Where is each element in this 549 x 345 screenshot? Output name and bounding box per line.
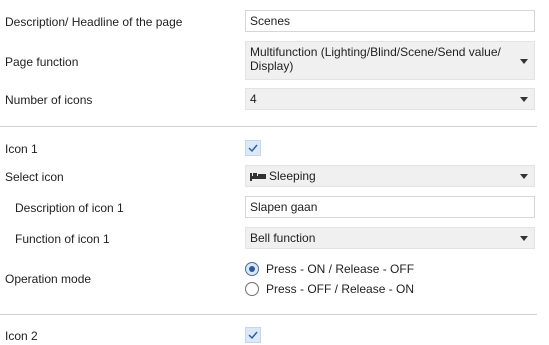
page-function-value: Multifunction (Lighting/Blind/Scene/Send… — [250, 45, 501, 73]
section-divider — [0, 126, 537, 127]
icon1-function-value: Bell function — [250, 231, 316, 245]
icon2-checkbox[interactable] — [245, 327, 261, 343]
number-of-icons-label: Number of icons — [5, 93, 93, 107]
chevron-down-icon — [520, 97, 528, 102]
icon1-function-label: Function of icon 1 — [15, 232, 110, 246]
chevron-down-icon — [520, 236, 528, 241]
checkmark-icon — [248, 331, 258, 340]
icon1-description-label: Description of icon 1 — [15, 201, 124, 215]
icon1-checkbox[interactable] — [245, 140, 261, 156]
operation-mode-option-2[interactable]: Press - OFF / Release - ON — [266, 282, 414, 296]
icon1-label: Icon 1 — [5, 142, 38, 156]
operation-mode-radio-1[interactable] — [245, 262, 259, 276]
chevron-down-icon — [520, 174, 528, 179]
select-icon-value: Sleeping — [269, 169, 316, 183]
operation-mode-option-1[interactable]: Press - ON / Release - OFF — [266, 262, 414, 276]
operation-mode-label: Operation mode — [5, 272, 92, 286]
page-function-label: Page function — [5, 55, 79, 69]
description-label: Description/ Headline of the page — [5, 15, 183, 29]
number-of-icons-value: 4 — [250, 92, 257, 106]
section-divider — [0, 314, 537, 315]
icon2-label: Icon 2 — [5, 329, 38, 343]
icon1-function-select[interactable]: Bell function — [245, 227, 535, 249]
number-of-icons-select[interactable]: 4 — [245, 88, 535, 110]
operation-mode-radio-2[interactable] — [245, 282, 259, 296]
select-icon-label: Select icon — [5, 170, 64, 184]
select-icon-select[interactable]: Sleeping — [245, 165, 535, 187]
page-function-select[interactable]: Multifunction (Lighting/Blind/Scene/Send… — [245, 41, 535, 80]
icon1-description-field[interactable]: Slapen gaan — [245, 196, 535, 218]
description-field[interactable]: Scenes — [245, 10, 535, 32]
bed-icon — [250, 170, 266, 184]
chevron-down-icon — [520, 59, 528, 64]
checkmark-icon — [248, 144, 258, 153]
